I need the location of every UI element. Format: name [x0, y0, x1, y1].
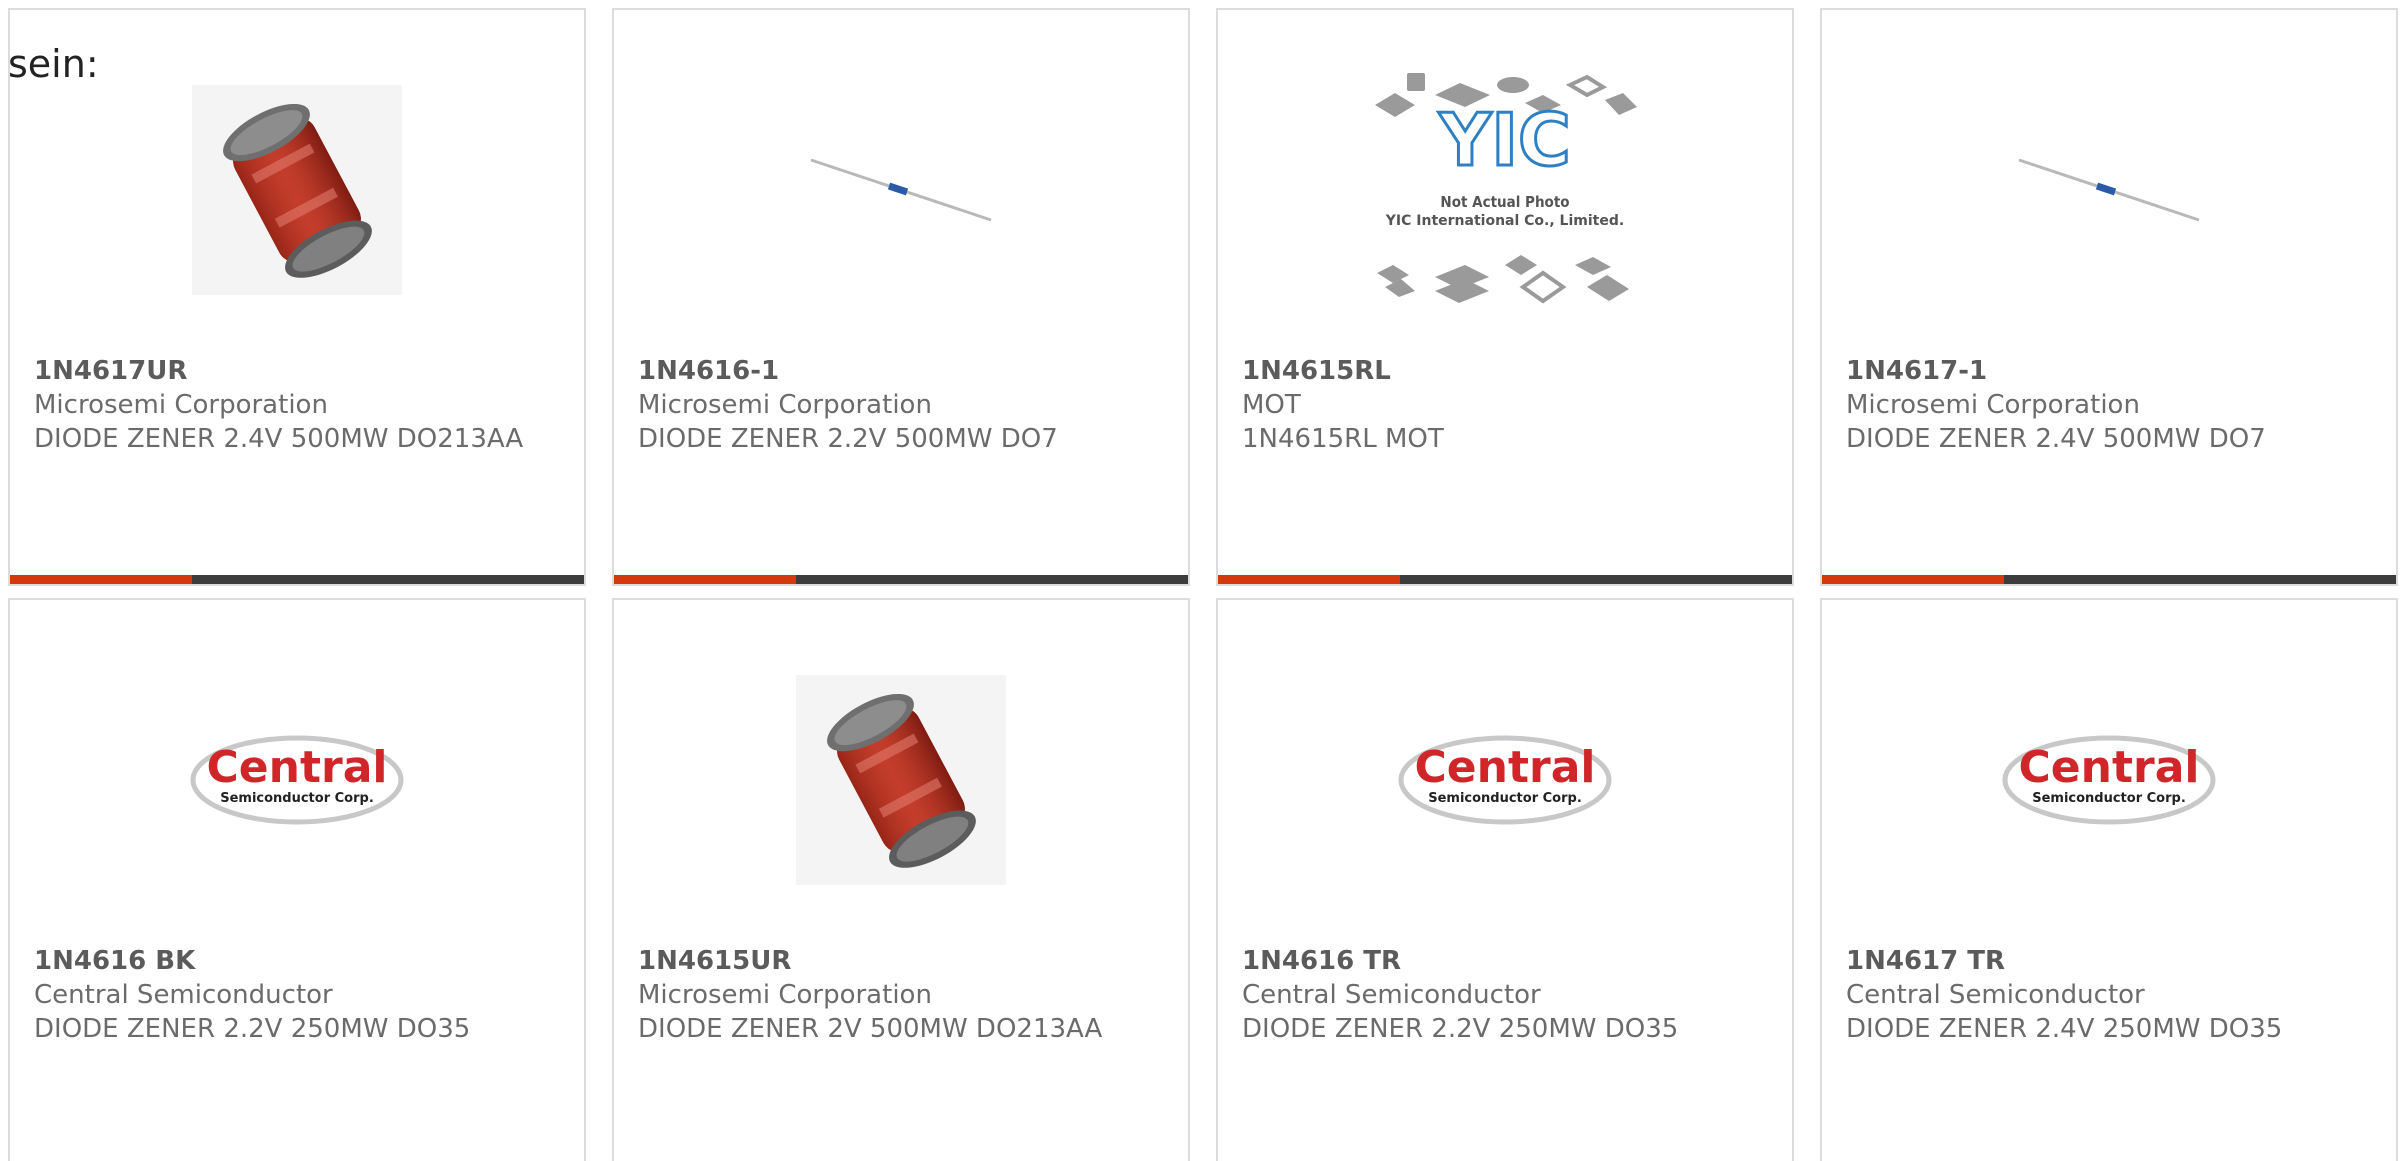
manufacturer: Microsemi Corporation [638, 390, 932, 420]
description: DIODE ZENER 2.2V 250MW DO35 [34, 1014, 471, 1044]
yic-logo-text: YIC [1438, 98, 1571, 182]
product-info: 1N4617UR Microsemi Corporation DIODE ZEN… [34, 354, 564, 456]
manufacturer: Central Semiconductor [34, 980, 333, 1010]
manufacturer: Central Semiconductor [1242, 980, 1541, 1010]
description: DIODE ZENER 2.2V 250MW DO35 [1242, 1014, 1679, 1044]
part-number[interactable]: 1N4616-1 [638, 354, 1168, 388]
part-number[interactable]: 1N4615RL [1242, 354, 1772, 388]
yic-placeholder-logo: YIC Not Actual Photo YIC International C… [1375, 73, 1637, 304]
product-info: 1N4616 BK Central Semiconductor DIODE ZE… [34, 944, 564, 1046]
product-grid-page: sein: 1N4617UR Microsemi Corporation DIO… [0, 0, 2400, 1161]
description: 1N4615RL MOT [1242, 424, 1444, 454]
product-card[interactable]: Central Semiconductor Corp. 1N4616 TR Ce… [1216, 598, 1794, 1161]
part-number[interactable]: 1N4617UR [34, 354, 564, 388]
product-card[interactable]: 1N4615UR Microsemi Corporation DIODE ZEN… [612, 598, 1190, 1161]
central-logo-sub: Semiconductor Corp. [220, 791, 374, 806]
card-bar [10, 575, 584, 584]
central-semiconductor-logo: Central Semiconductor Corp. [2002, 735, 2216, 825]
axial-diode-icon [810, 158, 992, 222]
product-image[interactable] [1822, 70, 2396, 310]
description: DIODE ZENER 2V 500MW DO213AA [638, 1014, 1103, 1044]
product-card[interactable]: 1N4616-1 Microsemi Corporation DIODE ZEN… [612, 8, 1190, 586]
central-semiconductor-logo: Central Semiconductor Corp. [190, 735, 404, 825]
manufacturer: Microsemi Corporation [1846, 390, 2140, 420]
central-semiconductor-logo: Central Semiconductor Corp. [1398, 735, 1612, 825]
product-card[interactable]: Central Semiconductor Corp. 1N4616 BK Ce… [8, 598, 586, 1161]
part-number[interactable]: 1N4615UR [638, 944, 1168, 978]
part-number[interactable]: 1N4617-1 [1846, 354, 2376, 388]
product-info: 1N4616-1 Microsemi Corporation DIODE ZEN… [638, 354, 1168, 456]
product-info: 1N4616 TR Central Semiconductor DIODE ZE… [1242, 944, 1772, 1046]
description: DIODE ZENER 2.4V 250MW DO35 [1846, 1014, 2283, 1044]
product-image[interactable] [614, 70, 1188, 310]
description: DIODE ZENER 2.4V 500MW DO213AA [34, 424, 524, 454]
product-image[interactable]: YIC Not Actual Photo YIC International C… [1218, 70, 1792, 310]
card-bar [614, 575, 1188, 584]
product-info: 1N4617 TR Central Semiconductor DIODE ZE… [1846, 944, 2376, 1046]
card-bar [1822, 575, 2396, 584]
central-logo-sub: Semiconductor Corp. [1428, 791, 1582, 806]
yic-caption-2: YIC International Co., Limited. [1385, 213, 1624, 229]
card-bar-accent [1822, 575, 2004, 584]
product-image[interactable]: Central Semiconductor Corp. [1218, 660, 1792, 900]
axial-diode-icon [2018, 158, 2200, 222]
part-number[interactable]: 1N4616 BK [34, 944, 564, 978]
card-bar [1218, 575, 1792, 584]
product-image[interactable]: Central Semiconductor Corp. [10, 660, 584, 900]
card-bar-accent [10, 575, 192, 584]
product-info: 1N4615UR Microsemi Corporation DIODE ZEN… [638, 944, 1168, 1046]
product-card[interactable]: Central Semiconductor Corp. 1N4617 TR Ce… [1820, 598, 2398, 1161]
manufacturer: Central Semiconductor [1846, 980, 2145, 1010]
product-card[interactable]: 1N4617UR Microsemi Corporation DIODE ZEN… [8, 8, 586, 586]
product-card[interactable]: 1N4617-1 Microsemi Corporation DIODE ZEN… [1820, 8, 2398, 586]
card-bar-accent [614, 575, 796, 584]
central-logo-text: Central [207, 742, 388, 793]
product-info: 1N4615RL MOT 1N4615RL MOT [1242, 354, 1772, 456]
product-card[interactable]: YIC Not Actual Photo YIC International C… [1216, 8, 1794, 586]
product-image[interactable] [10, 70, 584, 310]
red-melf-diode-icon [192, 85, 402, 295]
central-logo-sub: Semiconductor Corp. [2032, 791, 2186, 806]
intro-text: sein: [8, 42, 99, 86]
part-number[interactable]: 1N4616 TR [1242, 944, 1772, 978]
product-image[interactable] [614, 660, 1188, 900]
central-logo-text: Central [2019, 742, 2200, 793]
card-bar-accent [1218, 575, 1400, 584]
manufacturer: Microsemi Corporation [34, 390, 328, 420]
red-melf-diode-icon [796, 675, 1006, 885]
yic-caption-1: Not Actual Photo [1440, 193, 1569, 211]
part-number[interactable]: 1N4617 TR [1846, 944, 2376, 978]
manufacturer: Microsemi Corporation [638, 980, 932, 1010]
product-image[interactable]: Central Semiconductor Corp. [1822, 660, 2396, 900]
product-info: 1N4617-1 Microsemi Corporation DIODE ZEN… [1846, 354, 2376, 456]
description: DIODE ZENER 2.2V 500MW DO7 [638, 424, 1058, 454]
manufacturer: MOT [1242, 390, 1301, 420]
description: DIODE ZENER 2.4V 500MW DO7 [1846, 424, 2266, 454]
central-logo-text: Central [1415, 742, 1596, 793]
